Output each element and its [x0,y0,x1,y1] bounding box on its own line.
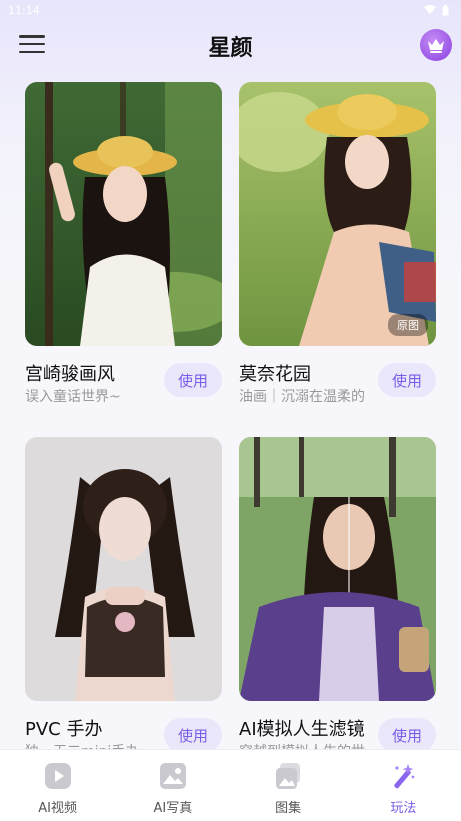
use-button[interactable]: 使用 [378,363,436,397]
wifi-icon [424,5,436,14]
status-icons [424,4,449,16]
nav-tab-ai-portrait[interactable]: AI写真 [115,750,230,821]
template-card[interactable]: 宫崎骏画风 误入童话世界~ 使用 [25,82,222,405]
template-title: PVC 手办 [25,719,103,740]
battery-icon [442,4,449,15]
nav-label: AI视频 [38,801,77,816]
crown-icon[interactable] [420,29,452,61]
template-card[interactable]: AI模拟人生滤镜 穿越到模拟人生的世 使用 [239,437,436,760]
status-bar: 11:14 [0,0,461,20]
nav-tab-album[interactable]: 图集 [231,750,346,821]
page-title: 星颜 [208,36,253,61]
original-image-badge[interactable]: 原图 [388,314,428,336]
template-title: 莫奈花园 [239,364,311,385]
bottom-navigation: AI视频 AI写真 图集 玩法 [0,749,461,821]
nav-tab-ai-video[interactable]: AI视频 [0,750,115,821]
template-image[interactable] [239,437,436,701]
template-description: 油画｜沉溺在温柔的 [239,389,365,405]
album-icon [276,763,301,789]
magic-wand-icon [394,764,415,789]
template-description: 误入童话世界~ [25,389,121,405]
template-title: AI模拟人生滤镜 [239,719,365,740]
app-bar: 星颜 [0,24,461,68]
status-time: 11:14 [8,3,40,17]
nav-tab-play[interactable]: 玩法 [346,750,461,821]
template-card[interactable]: 原图 莫奈花园 油画｜沉溺在温柔的 使用 [239,82,436,405]
nav-label: 图集 [275,801,302,816]
use-button[interactable]: 使用 [378,718,436,752]
image-icon [159,763,186,789]
template-image[interactable]: 原图 [239,82,436,346]
template-title: 宫崎骏画风 [25,364,115,385]
use-button[interactable]: 使用 [164,363,222,397]
template-card[interactable]: PVC 手办 独一无二mini手办 使用 [25,437,222,760]
template-image[interactable] [25,437,222,701]
video-play-icon [44,763,71,789]
template-image[interactable] [25,82,222,346]
use-button[interactable]: 使用 [164,718,222,752]
nav-label: AI写真 [153,801,193,816]
nav-label: 玩法 [390,801,417,816]
